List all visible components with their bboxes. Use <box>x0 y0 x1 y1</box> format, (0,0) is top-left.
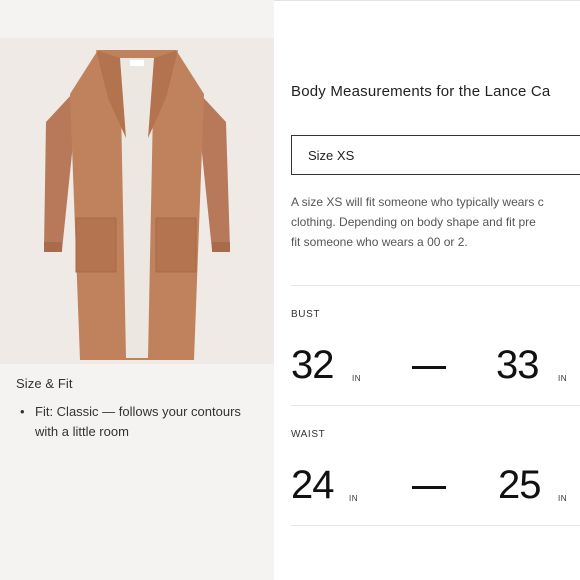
divider <box>291 525 580 526</box>
fit-line: Fit: Classic — follows your contours <box>35 404 241 419</box>
waist-label: WAIST <box>291 429 326 440</box>
waist-max-unit: IN <box>558 494 567 503</box>
measurements-title: Body Measurements for the Lance Ca <box>291 83 551 100</box>
divider <box>291 285 580 286</box>
top-divider <box>274 0 580 1</box>
product-panel: Size & Fit • Fit: Classic — follows your… <box>0 0 274 580</box>
size-description: A size XS will fit someone who typically… <box>291 192 580 252</box>
right-pocket <box>155 217 197 273</box>
waist-max-value: 25 <box>498 463 541 507</box>
range-dash <box>412 366 446 369</box>
cardigan-illustration <box>44 50 230 360</box>
size-description-line: A size XS will fit someone who typically… <box>291 195 544 209</box>
divider <box>291 405 580 406</box>
right-cuff <box>212 242 230 252</box>
fit-line: with a little room <box>35 424 129 439</box>
size-description-line: clothing. Depending on body shape and fi… <box>291 215 536 229</box>
right-sleeve <box>200 94 230 250</box>
neck-label <box>130 60 144 66</box>
bullet-icon: • <box>20 404 25 419</box>
fit-list-item: • Fit: Classic — follows your contours w… <box>16 402 266 442</box>
left-cuff <box>44 242 62 252</box>
bust-min-unit: IN <box>352 374 361 383</box>
fit-list: • Fit: Classic — follows your contours w… <box>16 402 266 442</box>
size-select[interactable]: Size XS <box>291 135 580 175</box>
bust-label: BUST <box>291 309 321 320</box>
size-fit-heading: Size & Fit <box>16 376 73 391</box>
measurements-panel: Body Measurements for the Lance Ca Size … <box>274 0 580 580</box>
bust-max-value: 33 <box>496 343 539 387</box>
bust-max-unit: IN <box>558 374 567 383</box>
waist-min-unit: IN <box>349 494 358 503</box>
size-description-line: fit someone who wears a 00 or 2. <box>291 235 468 249</box>
range-dash <box>412 486 446 489</box>
waist-min-value: 24 <box>291 463 334 507</box>
left-pocket <box>75 217 117 273</box>
left-sleeve <box>44 94 74 250</box>
size-select-value: Size XS <box>308 148 355 163</box>
product-image <box>0 38 274 364</box>
bust-min-value: 32 <box>291 343 334 387</box>
